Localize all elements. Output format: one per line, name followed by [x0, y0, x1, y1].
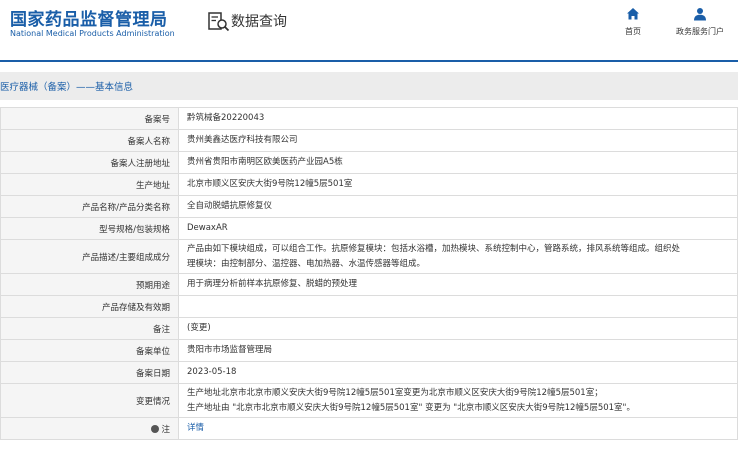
table-row: 产品名称/产品分类名称 全自动脱蜡抗原修复仪 — [0, 195, 738, 218]
row-label: 产品名称/产品分类名称 — [0, 195, 179, 218]
row-label: 备案日期 — [0, 361, 179, 384]
row-label: 变更情况 — [0, 383, 179, 418]
row-label: 备案号 — [0, 107, 179, 130]
row-value: 贵州美鑫达医疗科技有限公司 — [178, 129, 738, 152]
table-row: 生产地址 北京市顺义区安庆大街9号院12幢5层501室 — [0, 173, 738, 196]
home-icon — [627, 8, 639, 20]
table-row: 备案号 黔筑械备20220043 — [0, 107, 738, 130]
row-label: 型号规格/包装规格 — [0, 217, 179, 240]
site-header: 国家药品监督管理局 National Medical Products Admi… — [0, 0, 738, 52]
nav-home-label: 首页 — [625, 27, 641, 36]
table-row: 变更情况 生产地址北京市北京市顺义安庆大街9号院12幢5层501室变更为北京市顺… — [0, 383, 738, 418]
row-value-line: 产品由如下模块组成，可以组合工作。抗原修复模块：包括水浴槽，加热模块、系统控制中… — [187, 243, 681, 254]
nav-portal-label: 政务服务门户 — [676, 27, 724, 36]
row-value: 用于病理分析前样本抗原修复、脱蜡的预处理 — [178, 273, 738, 296]
row-value — [178, 295, 738, 318]
table-row: 备案单位 贵阳市市场监督管理局 — [0, 339, 738, 362]
note-label: 注 — [161, 424, 170, 435]
row-value: 贵州省贵阳市南明区欧美医药产业园A5栋 — [178, 151, 738, 174]
header-divider — [0, 60, 738, 62]
row-label: 产品描述/主要组成成分 — [0, 239, 179, 274]
nav-gov-portal[interactable]: 政务服务门户 — [669, 7, 731, 37]
table-row: 备注 (变更) — [0, 317, 738, 340]
row-label: 备注 — [0, 317, 179, 340]
section-heading: 数据查询 — [231, 14, 287, 30]
row-value: 2023-05-18 — [178, 361, 738, 384]
table-row: 注 详情 — [0, 417, 738, 440]
table-row: 备案人名称 贵州美鑫达医疗科技有限公司 — [0, 129, 738, 152]
row-value: DewaxAR — [178, 217, 738, 240]
row-value: 北京市顺义区安庆大街9号院12幢5层501室 — [178, 173, 738, 196]
row-value: (变更) — [178, 317, 738, 340]
row-label: 注 — [0, 417, 179, 440]
nav-home[interactable]: 首页 — [620, 7, 646, 37]
row-label: 备案人名称 — [0, 129, 179, 152]
table-row: 预期用途 用于病理分析前样本抗原修复、脱蜡的预处理 — [0, 273, 738, 296]
row-value: 全自动脱蜡抗原修复仪 — [178, 195, 738, 218]
table-row: 型号规格/包装规格 DewaxAR — [0, 217, 738, 240]
row-value: 贵阳市市场监督管理局 — [178, 339, 738, 362]
row-label: 产品存储及有效期 — [0, 295, 179, 318]
row-value: 详情 — [178, 417, 738, 440]
table-row: 产品存储及有效期 — [0, 295, 738, 318]
row-value: 生产地址北京市北京市顺义安庆大街9号院12幢5层501室变更为北京市顺义区安庆大… — [178, 383, 738, 418]
table-row: 备案日期 2023-05-18 — [0, 361, 738, 384]
table-row: 备案人注册地址 贵州省贵阳市南明区欧美医药产业园A5栋 — [0, 151, 738, 174]
row-value-line: 生产地址由 "北京市北京市顺义安庆大街9号院12幢5层501室" 变更为 "北京… — [187, 402, 635, 413]
logo-title-cn[interactable]: 国家药品监督管理局 — [10, 5, 168, 30]
section-title: 医疗器械（备案）——基本信息 — [0, 82, 134, 93]
row-value-line: 理模块：由控制部分、温控器、电加热器、水温传感器等组成。 — [187, 258, 426, 269]
table-row: 产品描述/主要组成成分 产品由如下模块组成，可以组合工作。抗原修复模块：包括水浴… — [0, 239, 738, 274]
user-icon — [694, 8, 706, 21]
row-label: 备案单位 — [0, 339, 179, 362]
data-query-icon — [208, 12, 230, 32]
logo-title-en: National Medical Products Administration — [10, 29, 175, 38]
row-label: 预期用途 — [0, 273, 179, 296]
row-value: 产品由如下模块组成，可以组合工作。抗原修复模块：包括水浴槽，加热模块、系统控制中… — [178, 239, 738, 274]
details-link[interactable]: 详情 — [187, 423, 204, 433]
info-table: 备案号 黔筑械备20220043 备案人名称 贵州美鑫达医疗科技有限公司 备案人… — [0, 107, 738, 440]
row-label: 备案人注册地址 — [0, 151, 179, 174]
note-icon — [151, 424, 160, 433]
row-value-line: 生产地址北京市北京市顺义安庆大街9号院12幢5层501室变更为北京市顺义区安庆大… — [187, 387, 603, 398]
row-label: 生产地址 — [0, 173, 179, 196]
row-value: 黔筑械备20220043 — [178, 107, 738, 130]
